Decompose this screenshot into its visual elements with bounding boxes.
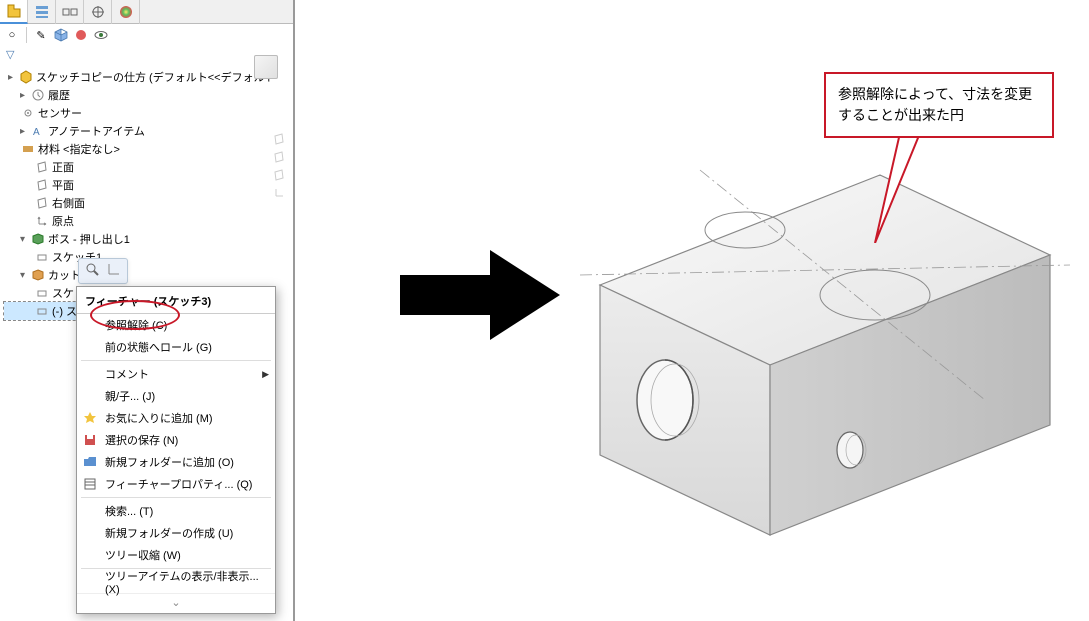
svg-text:A: A <box>33 127 40 137</box>
filter-icon[interactable]: ▽ <box>6 49 14 61</box>
tree-label: ボス - 押し出し1 <box>48 231 130 247</box>
tree-item-plane-right[interactable]: 右側面 <box>4 194 289 212</box>
context-tool-zoom[interactable] <box>85 262 101 281</box>
sketch-icon <box>34 285 50 301</box>
tree-label: センサー <box>38 105 82 121</box>
cut-icon <box>30 267 46 283</box>
menu-break-reference[interactable]: 参照解除 (C) <box>77 314 275 336</box>
callout-text: 参照解除によって、寸法を変更することが出来た円 <box>838 86 1032 123</box>
cube-icon[interactable] <box>53 27 69 43</box>
tree-item-sketch1[interactable]: スケッチ1 <box>4 248 289 266</box>
menu-roll-to-previous[interactable]: 前の状態へロール (G) <box>77 336 275 358</box>
sketch-icon <box>34 303 50 319</box>
menu-separator <box>81 360 271 361</box>
origin-icon <box>34 213 50 229</box>
context-tool-origin[interactable] <box>105 262 121 281</box>
annotation-icon: A <box>30 123 46 139</box>
menu-tree-display[interactable]: ツリーアイテムの表示/非表示... (X) <box>77 571 275 593</box>
expand-icon[interactable]: ▾ <box>20 234 30 245</box>
expand-icon[interactable]: ▸ <box>8 72 18 83</box>
tree-label: 平面 <box>52 177 74 193</box>
tree-root[interactable]: ▸ スケッチコピーの仕方 (デフォルト<<デフォルト <box>4 68 289 86</box>
properties-icon <box>81 475 99 493</box>
boss-icon <box>30 231 46 247</box>
menu-add-to-folder[interactable]: 新規フォルダーに追加 (O) <box>77 451 275 473</box>
plane-icon <box>34 177 50 193</box>
menu-comment[interactable]: コメント▶ <box>77 363 275 385</box>
tree-label: アノテートアイテム <box>48 123 145 139</box>
tree-item-plane-front[interactable]: 正面 <box>4 158 289 176</box>
tree-root-label: スケッチコピーの仕方 (デフォルト<<デフォルト <box>36 69 276 85</box>
menu-parent-child[interactable]: 親/子... (J) <box>77 385 275 407</box>
tree-item-sensor[interactable]: センサー <box>4 104 289 122</box>
tab-property-manager[interactable] <box>28 0 56 24</box>
wand-icon[interactable]: ✎ <box>33 27 49 43</box>
menu-search[interactable]: 検索... (T) <box>77 500 275 522</box>
tab-configuration-manager[interactable] <box>56 0 84 24</box>
menu-create-folder[interactable]: 新規フォルダーの作成 (U) <box>77 522 275 544</box>
tree-label: 正面 <box>52 159 74 175</box>
sketch-icon <box>34 249 50 265</box>
expand-icon[interactable]: ▸ <box>20 90 30 101</box>
part-icon <box>18 69 34 85</box>
tree-item-plane-top[interactable]: 平面 <box>4 176 289 194</box>
secondary-toolbar: ○ ✎ <box>0 24 293 46</box>
tree-item-cut[interactable]: ▾ カット - 押 <box>4 266 289 284</box>
star-icon <box>81 409 99 427</box>
tree-label: 原点 <box>52 213 74 229</box>
tree-item-origin[interactable]: 原点 <box>4 212 289 230</box>
context-menu-header: フィーチャー (スケッチ3) <box>77 289 275 314</box>
tree-item-material[interactable]: 材料 <指定なし> <box>4 140 289 158</box>
expand-icon[interactable]: ▾ <box>20 270 30 281</box>
toggle-icon[interactable] <box>269 148 289 166</box>
filter-row: ▽ <box>0 46 293 66</box>
toggle-column <box>269 130 289 202</box>
menu-add-favorite[interactable]: お気に入りに追加 (M) <box>77 407 275 429</box>
toggle-icon[interactable] <box>269 166 289 184</box>
tab-display-manager[interactable] <box>112 0 140 24</box>
tree-label: 材料 <指定なし> <box>38 141 120 157</box>
tab-dimxpert[interactable] <box>84 0 112 24</box>
menu-feature-properties[interactable]: フィーチャープロパティ... (Q) <box>77 473 275 495</box>
tree-item-history[interactable]: ▸ 履歴 <box>4 86 289 104</box>
expand-icon[interactable]: ▸ <box>20 126 30 137</box>
sphere-icon[interactable] <box>73 27 89 43</box>
sensor-icon <box>20 105 36 121</box>
tree-label: スケ <box>52 285 74 301</box>
material-icon <box>20 141 36 157</box>
panel-tabs <box>0 0 293 24</box>
tree-item-boss[interactable]: ▾ ボス - 押し出し1 <box>4 230 289 248</box>
model-viewport[interactable] <box>530 140 1080 570</box>
toggle-icon[interactable] <box>269 184 289 202</box>
menu-collapse-tree[interactable]: ツリー収縮 (W) <box>77 544 275 566</box>
eye-icon[interactable] <box>93 27 109 43</box>
plane-icon <box>34 195 50 211</box>
callout-box: 参照解除によって、寸法を変更することが出来た円 <box>824 72 1054 138</box>
folder-icon <box>81 453 99 471</box>
tree-label: 右側面 <box>52 195 85 211</box>
submenu-arrow-icon: ▶ <box>262 369 269 380</box>
tree-label: 履歴 <box>48 87 70 103</box>
history-icon <box>30 87 46 103</box>
orientation-cube[interactable] <box>254 55 278 79</box>
feature-tree: ▸ スケッチコピーの仕方 (デフォルト<<デフォルト ▸ 履歴 センサー ▸ A… <box>0 66 293 322</box>
disk-icon <box>81 431 99 449</box>
toggle-icon[interactable] <box>269 130 289 148</box>
tree-item-annotation[interactable]: ▸ A アノテートアイテム <box>4 122 289 140</box>
tool-icon-1[interactable]: ○ <box>4 27 20 43</box>
context-toolbar <box>78 258 128 284</box>
menu-separator <box>81 497 271 498</box>
plane-icon <box>34 159 50 175</box>
callout-tail <box>870 133 930 246</box>
tab-feature-manager[interactable] <box>0 0 28 24</box>
menu-save-selection[interactable]: 選択の保存 (N) <box>77 429 275 451</box>
context-menu: フィーチャー (スケッチ3) 参照解除 (C) 前の状態へロール (G) コメン… <box>76 286 276 614</box>
